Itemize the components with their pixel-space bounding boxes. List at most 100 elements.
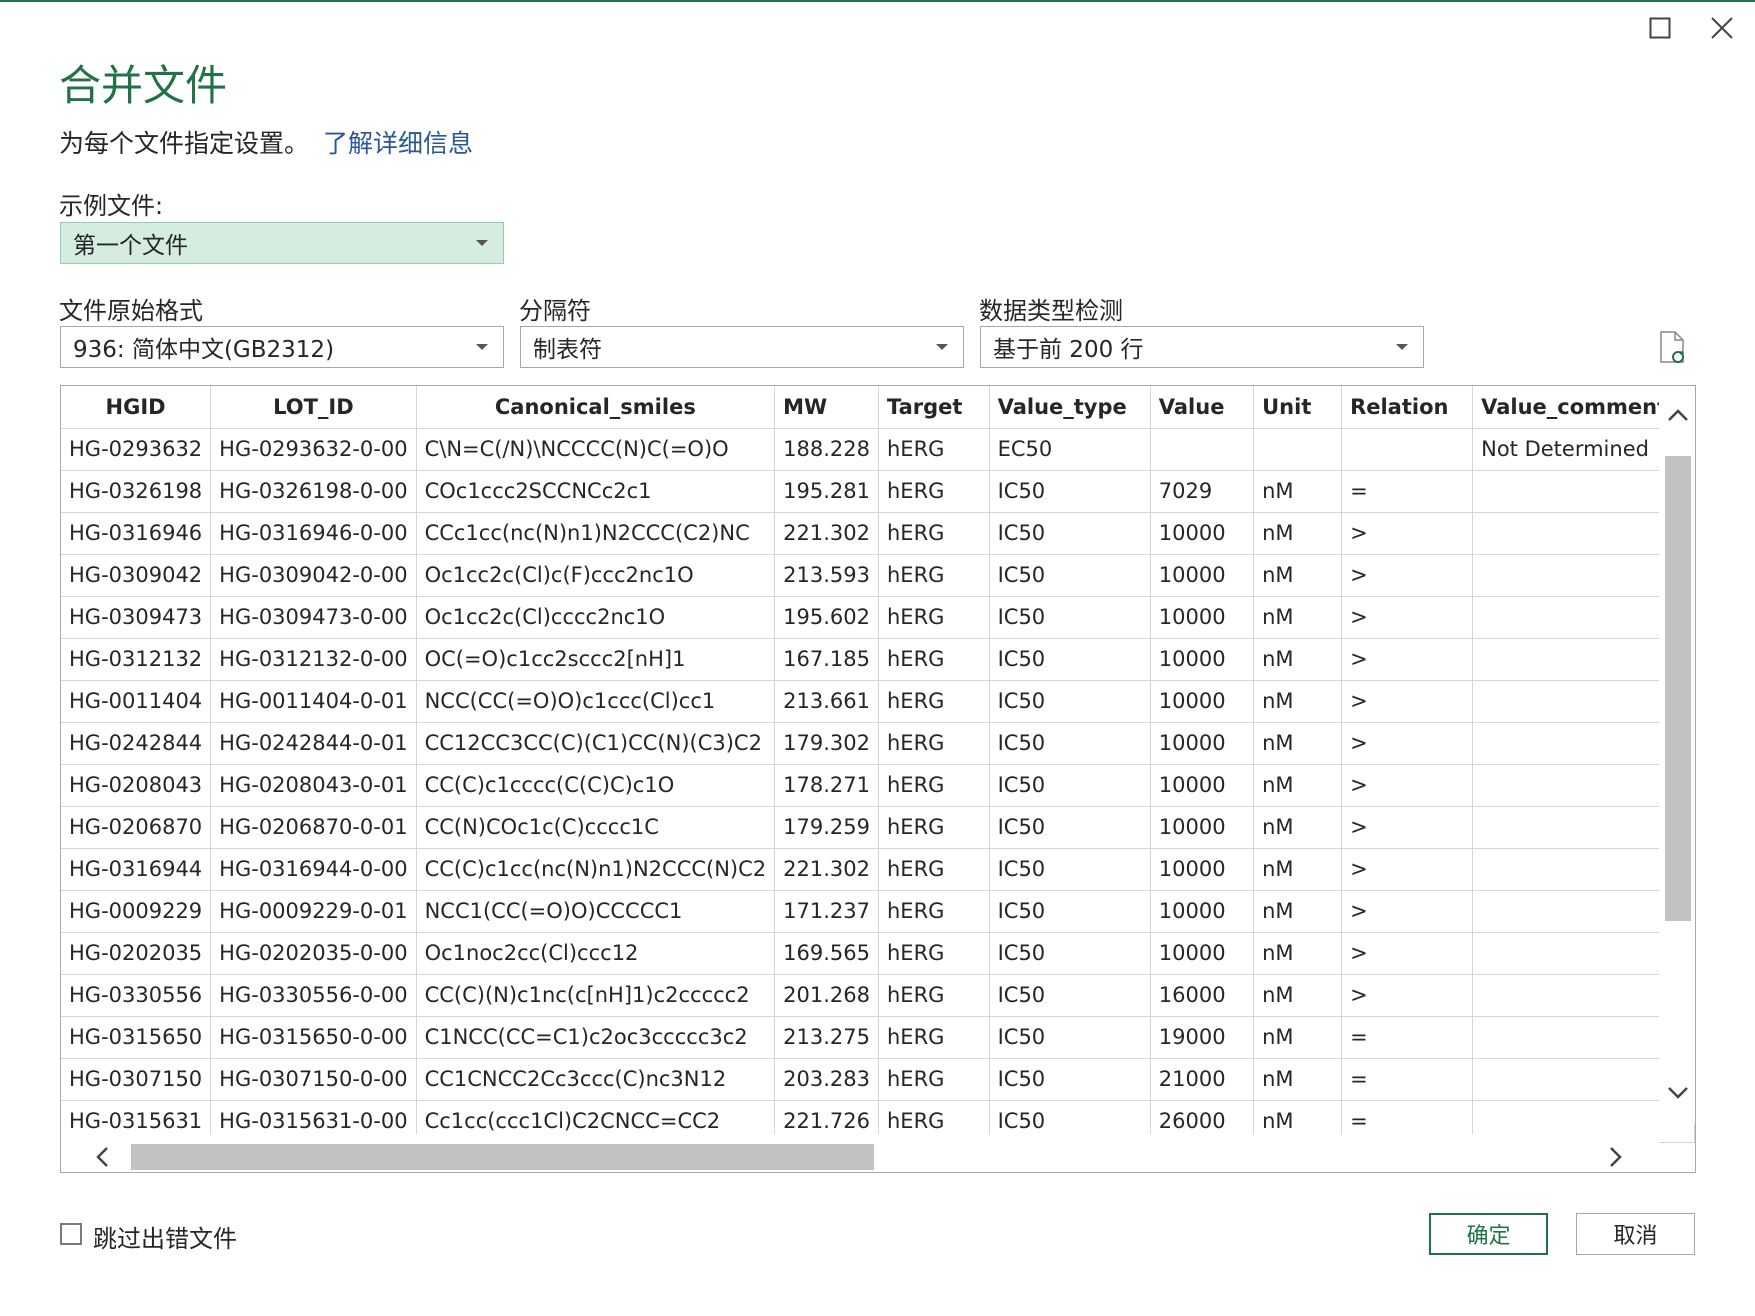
table-cell: > <box>1341 596 1474 639</box>
column-header[interactable]: Unit <box>1253 386 1343 429</box>
table-cell: 10000 <box>1150 890 1255 933</box>
table-cell: IC50 <box>989 1058 1151 1101</box>
table-cell: 195.281 <box>774 470 879 513</box>
table-cell: CC(C)c1cc(nc(N)n1)N2CCC(N)C2 <box>416 848 776 891</box>
column-header[interactable]: MW <box>774 386 879 429</box>
table-cell: IC50 <box>989 554 1151 597</box>
file-origin-label: 文件原始格式 <box>59 297 203 325</box>
table-cell: 16000 <box>1150 974 1255 1017</box>
table-cell: HG-0316946-0-00 <box>210 512 417 555</box>
column-header[interactable]: HGID <box>61 386 212 429</box>
column-header[interactable]: Value_type <box>989 386 1151 429</box>
refresh-preview-icon[interactable] <box>1659 331 1687 365</box>
table-cell: HG-0307150 <box>61 1058 212 1101</box>
delimiter-value: 制表符 <box>533 337 602 363</box>
table-cell: hERG <box>878 1058 990 1101</box>
maximize-button[interactable] <box>1638 8 1682 48</box>
table-cell: HG-0293632-0-00 <box>210 428 417 471</box>
table-cell: nM <box>1253 680 1343 723</box>
table-cell: 169.565 <box>774 932 879 975</box>
type-detection-dropdown[interactable]: 基于前 200 行 <box>980 326 1424 368</box>
table-cell: IC50 <box>989 1016 1151 1059</box>
table-cell: > <box>1341 764 1474 807</box>
file-origin-dropdown[interactable]: 936: 简体中文(GB2312) <box>60 326 504 368</box>
table-cell: HG-0315650 <box>61 1016 212 1059</box>
scroll-left-icon[interactable] <box>95 1146 109 1168</box>
table-cell: hERG <box>878 932 990 975</box>
table-cell: IC50 <box>989 932 1151 975</box>
table-cell: C\N=C(/N)\NCCCC(N)C(=O)O <box>416 428 776 471</box>
table-cell: 10000 <box>1150 554 1255 597</box>
skip-errors-label: 跳过出错文件 <box>93 1225 237 1253</box>
table-cell: 188.228 <box>774 428 879 471</box>
table-cell: > <box>1341 932 1474 975</box>
column-header[interactable]: Target <box>878 386 990 429</box>
table-cell: HG-0330556 <box>61 974 212 1017</box>
table-cell: CC1CNCC2Cc3ccc(C)nc3N12 <box>416 1058 776 1101</box>
table-row: HG-0315650 HG-0315650-0-00 C1NCC(CC=C1)c2o… <box>61 1016 1695 1059</box>
table-cell: 179.302 <box>774 722 879 765</box>
table-cell: > <box>1341 974 1474 1017</box>
table-cell: C1NCC(CC=C1)c2oc3ccccc3c2 <box>416 1016 776 1059</box>
data-table: HGID LOT_ID Canonical_smiles MW Target V… <box>61 386 1695 1143</box>
learn-more-link[interactable]: 了解详细信息 <box>323 129 473 158</box>
table-cell: > <box>1341 554 1474 597</box>
scroll-down-icon[interactable] <box>1667 1086 1689 1100</box>
column-header[interactable]: LOT_ID <box>210 386 417 429</box>
table-cell: 19000 <box>1150 1016 1255 1059</box>
scroll-right-icon[interactable] <box>1609 1146 1623 1168</box>
table-cell: 213.661 <box>774 680 879 723</box>
table-cell: HG-0316946 <box>61 512 212 555</box>
table-cell: HG-0011404-0-01 <box>210 680 417 723</box>
delimiter-label: 分隔符 <box>519 297 591 325</box>
column-header[interactable]: Value <box>1150 386 1255 429</box>
delimiter-dropdown[interactable]: 制表符 <box>520 326 964 368</box>
table-cell: HG-0309042 <box>61 554 212 597</box>
vertical-scroll-thumb[interactable] <box>1665 456 1691 921</box>
table-cell: nM <box>1253 512 1343 555</box>
window-top-accent <box>0 0 1755 2</box>
table-cell: 213.593 <box>774 554 879 597</box>
table-cell: nM <box>1253 932 1343 975</box>
table-cell: nM <box>1253 638 1343 681</box>
column-header[interactable]: Canonical_smiles <box>416 386 776 429</box>
table-row: HG-0309473 HG-0309473-0-00 Oc1cc2c(Cl)cccc… <box>61 596 1695 639</box>
vertical-scrollbar[interactable] <box>1659 386 1695 1124</box>
table-cell: CC(C)c1cccc(C(C)C)c1O <box>416 764 776 807</box>
table-cell: 10000 <box>1150 596 1255 639</box>
close-icon <box>1711 17 1733 39</box>
table-cell: 203.283 <box>774 1058 879 1101</box>
table-cell: 221.302 <box>774 848 879 891</box>
table-cell: hERG <box>878 680 990 723</box>
table-cell: = <box>1341 470 1474 513</box>
table-cell: 10000 <box>1150 512 1255 555</box>
maximize-icon <box>1649 17 1671 39</box>
table-row: HG-0307150 HG-0307150-0-00 CC1CNCC2Cc3ccc(… <box>61 1058 1695 1101</box>
cancel-button[interactable]: 取消 <box>1576 1213 1695 1255</box>
type-detection-value: 基于前 200 行 <box>993 337 1144 363</box>
table-cell: HG-0202035-0-00 <box>210 932 417 975</box>
table-row: HG-0316944 HG-0316944-0-00 CC(C)c1cc(nc(N)… <box>61 848 1695 891</box>
table-cell: CC12CC3CC(C)(C1)CC(N)(C3)C2 <box>416 722 776 765</box>
table-cell: Oc1noc2cc(Cl)ccc12 <box>416 932 776 975</box>
horizontal-scroll-thumb[interactable] <box>131 1144 874 1170</box>
table-cell: hERG <box>878 848 990 891</box>
skip-errors-checkbox[interactable] <box>60 1223 82 1245</box>
table-cell: hERG <box>878 470 990 513</box>
horizontal-scrollbar[interactable] <box>61 1134 1659 1172</box>
table-cell: CCc1cc(nc(N)n1)N2CCC(C2)NC <box>416 512 776 555</box>
sample-file-dropdown[interactable]: 第一个文件 <box>60 222 504 264</box>
scroll-up-icon[interactable] <box>1667 408 1689 422</box>
table-cell: hERG <box>878 512 990 555</box>
table-cell: IC50 <box>989 680 1151 723</box>
table-cell: hERG <box>878 428 990 471</box>
table-cell: nM <box>1253 764 1343 807</box>
ok-button[interactable]: 确定 <box>1429 1213 1548 1255</box>
close-button[interactable] <box>1700 8 1744 48</box>
table-cell: hERG <box>878 974 990 1017</box>
table-cell: OC(=O)c1cc2sccc2[nH]1 <box>416 638 776 681</box>
sample-file-value: 第一个文件 <box>73 233 188 259</box>
file-origin-value: 936: 简体中文(GB2312) <box>73 337 335 363</box>
table-cell: IC50 <box>989 890 1151 933</box>
column-header[interactable]: Relation <box>1341 386 1474 429</box>
